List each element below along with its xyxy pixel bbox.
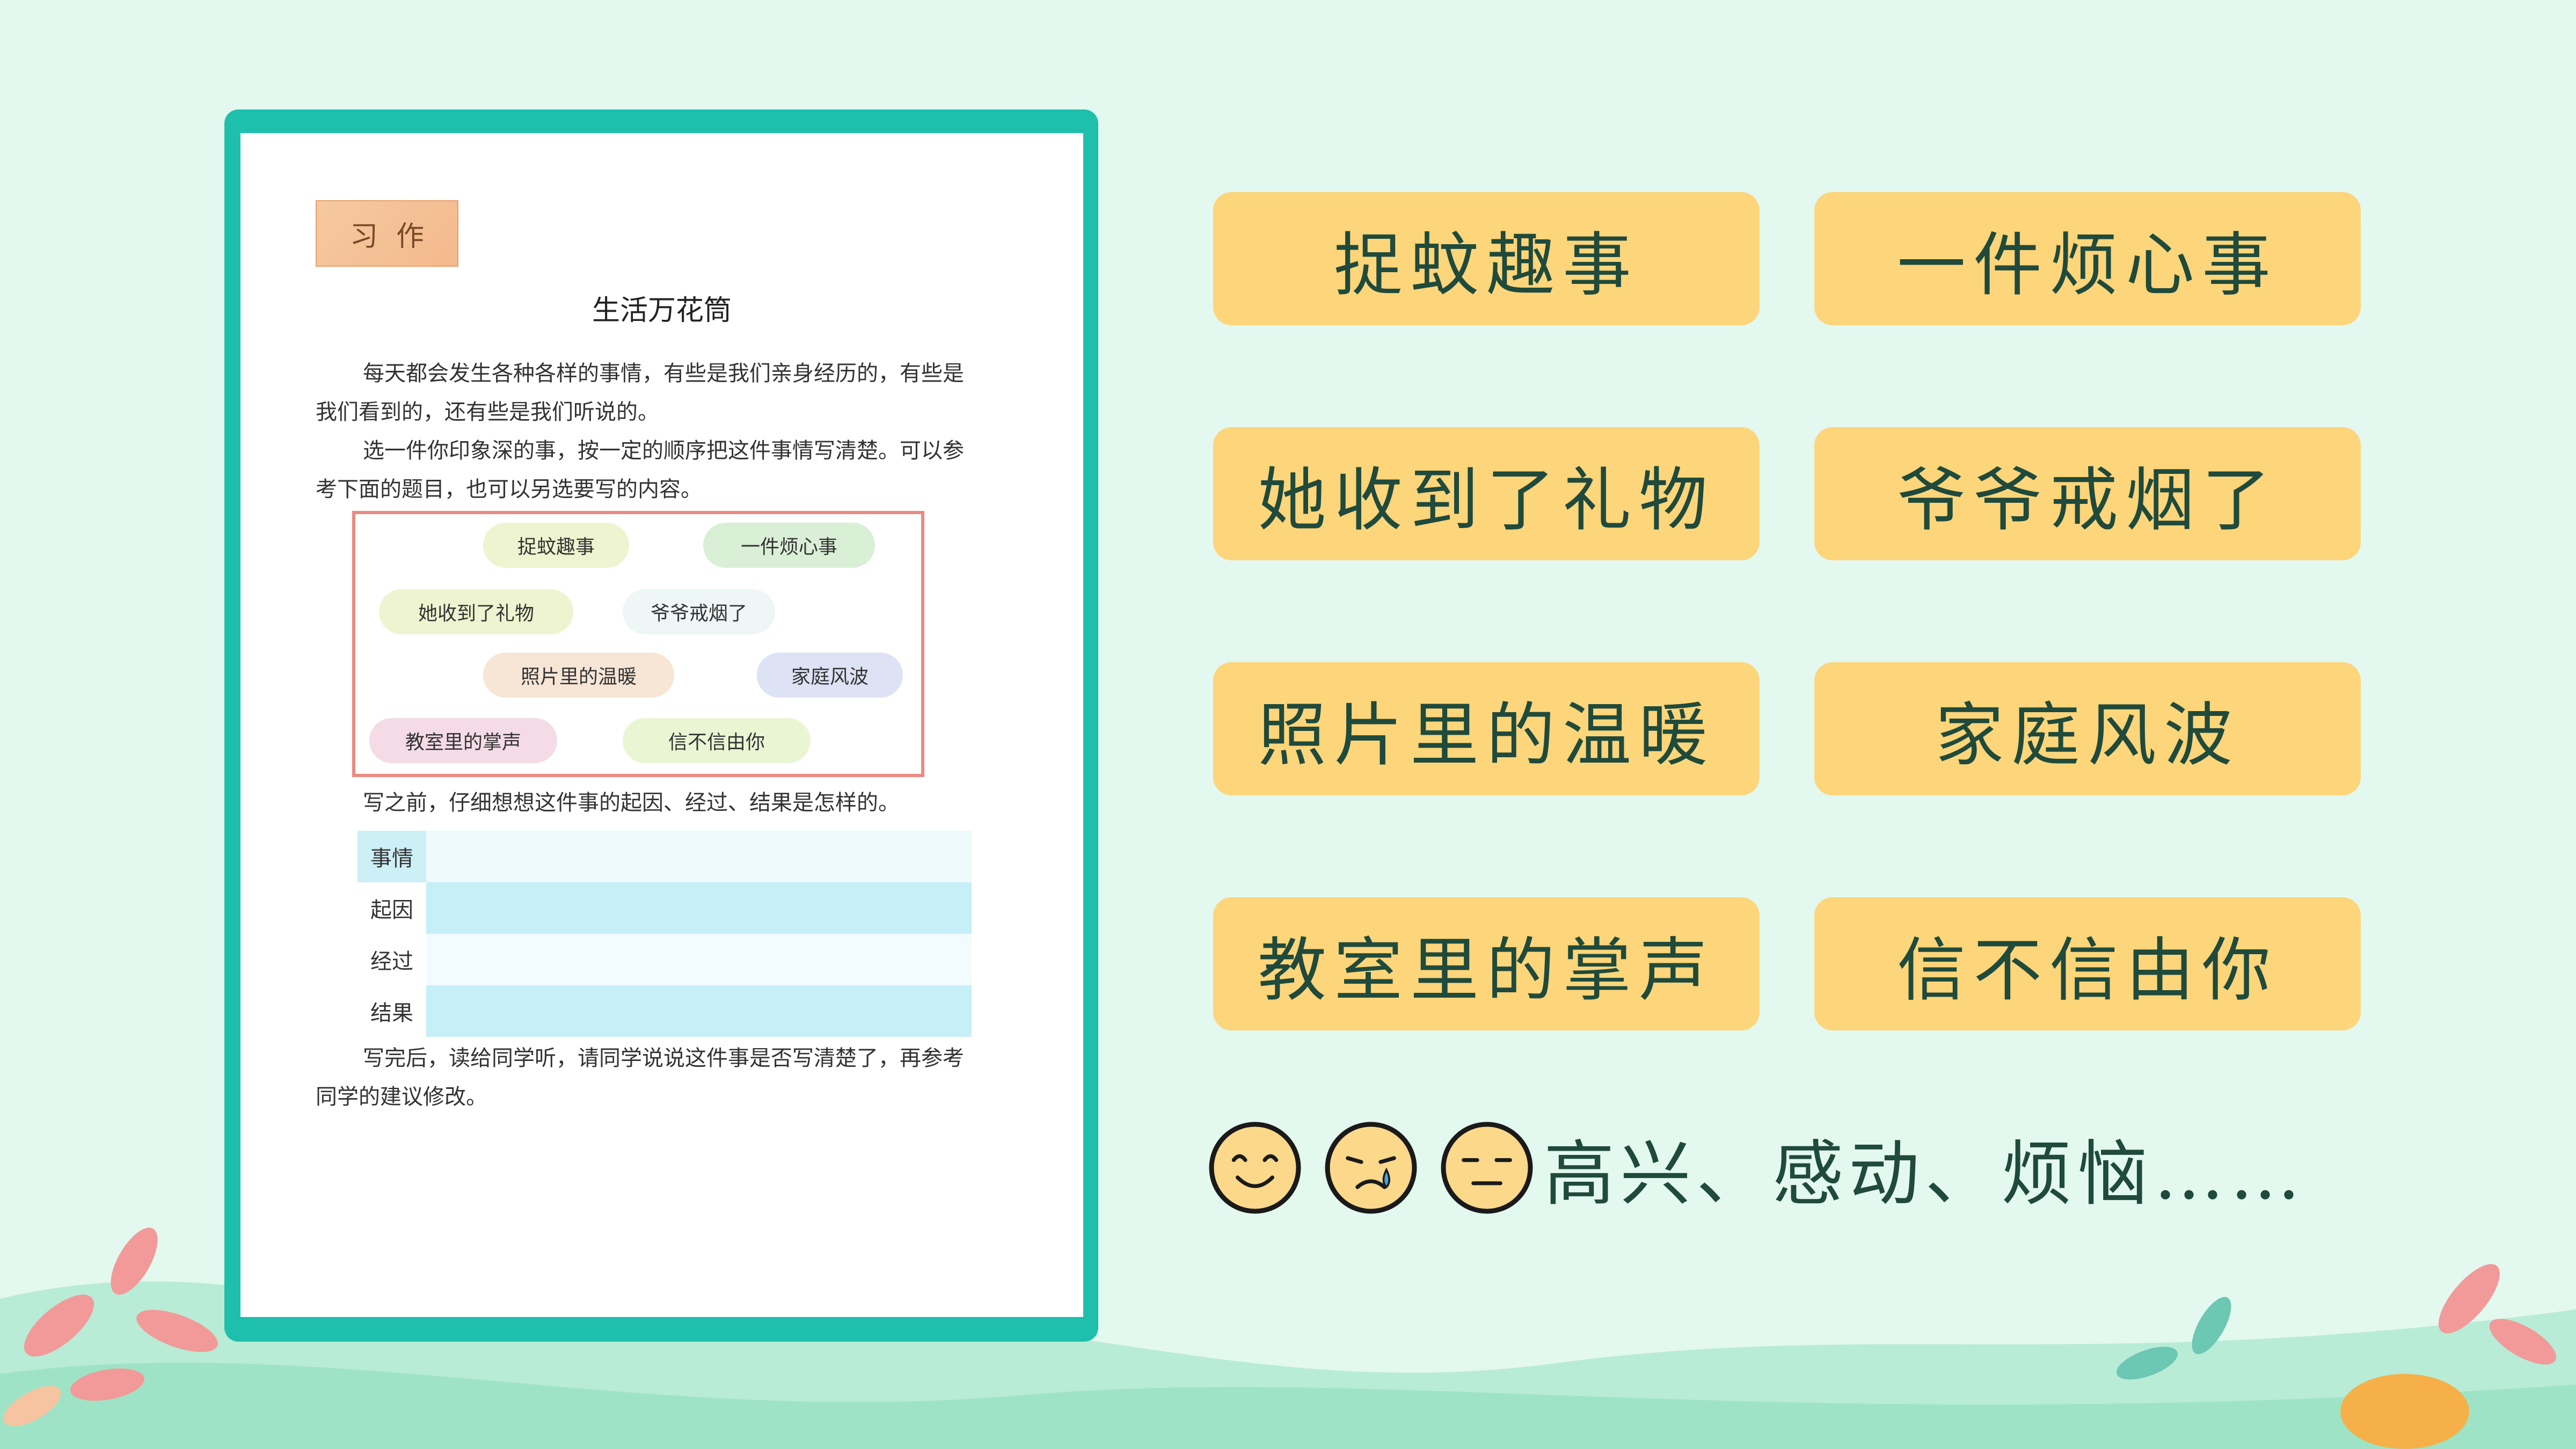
table-row-blank xyxy=(426,985,972,1037)
table-row-label: 结果 xyxy=(370,1001,413,1026)
topic-button-catch-mosquito[interactable]: 捉蚊趣事 xyxy=(1213,192,1760,325)
table-row: 起因 xyxy=(357,882,972,934)
topic-chip: 信不信由你 xyxy=(623,718,811,763)
section-tag: 习作 xyxy=(316,200,458,267)
topic-button-annoying-thing[interactable]: 一件烦心事 xyxy=(1814,192,2361,325)
table-row: 经过 xyxy=(357,934,972,985)
paragraph-revision: 写完后，读给同学听，请同学说说这件事是否写清楚了，再参考同学的建议修改。 xyxy=(316,1046,964,1109)
topic-chip: 她收到了礼物 xyxy=(379,589,573,634)
table-row-label: 事情 xyxy=(357,831,426,882)
topic-button-received-gift[interactable]: 她收到了礼物 xyxy=(1213,427,1760,560)
paragraph-intro: 每天都会发生各种各样的事情，有些是我们亲身经历的，有些是我们看到的，还有些是我们… xyxy=(316,361,964,425)
annoyed-face-icon xyxy=(1441,1122,1533,1214)
topic-button-grandpa-quit-smoking[interactable]: 爷爷戒烟了 xyxy=(1814,427,2361,560)
topic-chip: 捉蚊趣事 xyxy=(483,523,629,568)
smile-face-icon xyxy=(1209,1122,1301,1214)
table-row: 事情 xyxy=(357,831,972,882)
topic-chip: 照片里的温暖 xyxy=(483,653,674,698)
topic-chip: 家庭风波 xyxy=(757,653,903,698)
crying-face-icon xyxy=(1325,1122,1417,1214)
topic-chip: 爷爷戒烟了 xyxy=(623,589,775,634)
planning-table: 事情 起因 经过 结果 xyxy=(357,831,972,1037)
table-row-label: 经过 xyxy=(370,949,413,974)
paragraph-instruction: 选一件你印象深的事，按一定的顺序把这件事情写清楚。可以参考下面的题目，也可以另选… xyxy=(316,438,964,502)
topic-chip: 教室里的掌声 xyxy=(369,718,557,763)
topic-button-classroom-applause[interactable]: 教室里的掌声 xyxy=(1213,897,1760,1030)
topic-button-family-dispute[interactable]: 家庭风波 xyxy=(1814,662,2361,795)
table-row-blank xyxy=(426,882,972,934)
textbook-title: 生活万花筒 xyxy=(592,295,732,327)
table-row-blank xyxy=(426,831,972,882)
topic-chip: 一件烦心事 xyxy=(703,523,875,568)
topic-button-believe-it-or-not[interactable]: 信不信由你 xyxy=(1814,897,2361,1030)
topic-button-photo-warmth[interactable]: 照片里的温暖 xyxy=(1213,662,1760,795)
table-row: 结果 xyxy=(357,985,972,1037)
table-row-label: 起因 xyxy=(370,898,413,923)
paragraph-planning: 写之前，仔细想想这件事的起因、经过、结果是怎样的。 xyxy=(363,791,900,815)
emotions-row: 高兴、感动、烦恼…… xyxy=(1207,1114,2306,1221)
emotions-text: 高兴、感动、烦恼…… xyxy=(1544,1132,2306,1216)
table-row-blank xyxy=(426,934,972,985)
